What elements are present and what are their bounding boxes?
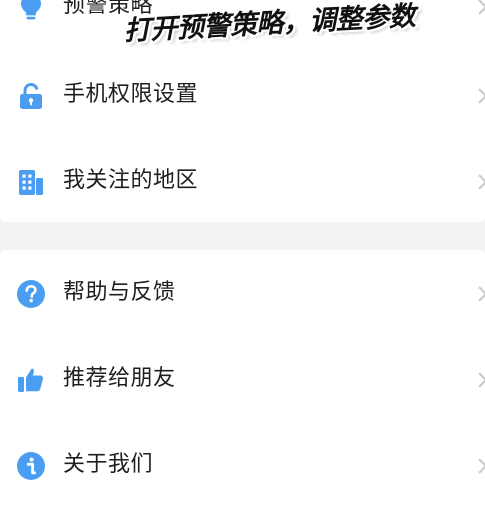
building-icon <box>16 167 46 197</box>
question-icon <box>16 279 46 309</box>
menu-item-help-feedback[interactable]: 帮助与反馈 <box>0 263 485 323</box>
lightbulb-icon <box>16 0 46 22</box>
chevron-right-icon <box>477 173 485 191</box>
chevron-right-icon <box>477 87 485 105</box>
chevron-right-icon <box>477 285 485 303</box>
menu-item-followed-regions[interactable]: 我关注的地区 <box>0 151 485 211</box>
menu-item-label: 推荐给朋友 <box>63 366 176 391</box>
menu-item-label: 手机权限设置 <box>63 82 199 107</box>
lock-icon <box>16 81 46 111</box>
thumbs-up-icon <box>16 365 46 395</box>
info-icon <box>16 451 46 481</box>
chevron-right-icon <box>477 371 485 389</box>
menu-item-label: 我关注的地区 <box>63 168 199 193</box>
menu-item-label: 帮助与反馈 <box>63 280 176 305</box>
menu-item-label: 关于我们 <box>63 452 154 477</box>
chevron-right-icon <box>477 0 485 16</box>
menu-item-phone-permissions[interactable]: 手机权限设置 <box>0 65 485 125</box>
chevron-right-icon <box>477 457 485 475</box>
menu-item-about-us[interactable]: 关于我们 <box>0 435 485 495</box>
menu-item-recommend-friends[interactable]: 推荐给朋友 <box>0 349 485 409</box>
